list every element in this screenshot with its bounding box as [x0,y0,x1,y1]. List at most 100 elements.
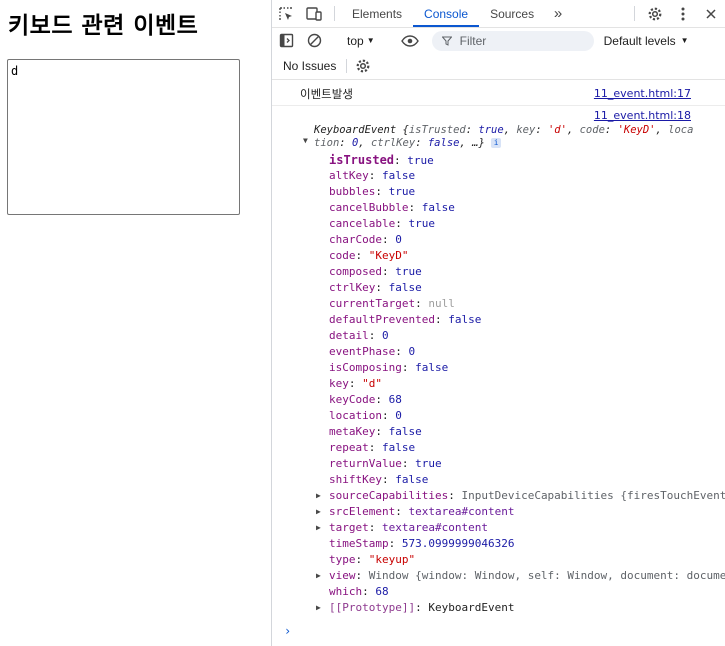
object-property: keyCode: 68 [329,392,402,408]
property-key: type [329,553,356,566]
property-value: true [407,154,434,167]
property-key: code [329,249,356,262]
row-divider [272,105,725,106]
property-key: [[Prototype]] [329,601,416,614]
object-property: type: "keyup" [329,552,415,568]
object-property[interactable]: ▶ srcElement: textarea#content [316,504,515,520]
expand-triangle-icon[interactable]: ▶ [316,568,321,584]
clear-console-icon[interactable] [300,33,328,48]
colon: : [355,569,369,582]
close-icon[interactable] [697,0,725,27]
property-key: ctrlKey [329,281,376,294]
inspect-element-icon[interactable] [272,0,300,27]
expand-triangle-icon[interactable]: ▶ [316,600,321,616]
object-property: returnValue: true [329,456,442,472]
object-preview[interactable]: KeyboardEvent {isTrusted: true, key: 'd'… [314,124,694,150]
object-property: eventPhase: 0 [329,344,415,360]
colon: : [388,537,402,550]
property-value: 0 [395,233,402,246]
object-property[interactable]: ▶ sourceCapabilities: InputDeviceCapabili… [316,488,725,504]
colon: : [375,393,389,406]
colon: : [375,281,389,294]
issues-bar: No Issues [272,53,725,80]
property-value: 68 [375,585,389,598]
object-property: shiftKey: false [329,472,428,488]
property-key: timeStamp [329,537,389,550]
tab-console[interactable]: Console [413,0,480,27]
console-settings-gear-icon[interactable] [355,58,371,74]
colon: : [604,124,618,136]
object-property: bubbles: true [329,184,415,200]
expand-triangle-icon[interactable]: ▶ [316,504,321,520]
property-key: altKey [329,169,369,182]
property-key: currentTarget [329,297,416,310]
property-value: 0 [408,345,416,358]
property-key: key [329,377,349,390]
property-value: true [395,265,422,278]
log-levels-dropdown[interactable]: Default levels ▼ [604,34,689,48]
source-link[interactable]: 11_event.html:18 [594,109,691,122]
content-textarea[interactable]: d [7,59,240,215]
console-toolbar: top ▼ Filter Default levels ▼ [272,27,725,53]
property-value: 0 [395,409,402,422]
colon: : [395,217,409,230]
console-message: 이벤트발생 11_event.html:17 [272,80,725,106]
object-property: isComposing: false [329,360,448,376]
property-key: detail [329,329,369,342]
preview-key: code [579,124,605,136]
object-property[interactable]: ▶ target: textarea#content [316,520,488,536]
object-property: defaultPrevented: false [329,312,481,328]
colon: : [368,441,382,454]
sidebar-toggle-icon[interactable] [272,33,300,48]
more-options-icon[interactable] [669,0,697,27]
preview-value: 'KeyD' [617,124,656,136]
property-value: "KeyD" [368,249,409,262]
log-levels-label: Default levels [603,33,676,48]
tab-elements[interactable]: Elements [341,0,413,27]
console-output: 이벤트발생 11_event.html:17 11_event.html:18 … [272,80,725,646]
property-key: returnValue [329,457,402,470]
brace: { [396,124,409,136]
property-value: false [448,313,482,326]
more-tabs-icon[interactable]: » [545,0,571,27]
colon: : [381,409,396,422]
context-selector[interactable]: top ▼ [341,34,383,48]
preview-value: false [427,137,460,149]
source-link[interactable]: 11_event.html:17 [594,87,691,100]
object-property[interactable]: ▶ [[Prototype]]: KeyboardEvent [316,600,515,616]
object-property[interactable]: ▶ view: Window {window: Window, self: Win… [316,568,725,584]
console-prompt-icon[interactable]: › [284,624,291,638]
property-key: target [329,521,369,534]
property-value: false [388,281,422,294]
context-label: top [347,33,364,48]
object-property: composed: true [329,264,422,280]
device-toolbar-icon[interactable] [300,0,328,27]
property-key: view [329,569,356,582]
object-property: key: "d" [329,376,382,392]
property-value: Window {window: Window, self: Window, do… [368,569,725,582]
property-key: isComposing [329,361,402,374]
tab-sources[interactable]: Sources [479,0,545,27]
object-property: cancelBubble: false [329,200,455,216]
property-key: location [329,409,382,422]
expand-triangle-icon[interactable]: ▶ [316,488,321,504]
issues-label[interactable]: No Issues [272,59,336,73]
expand-triangle-icon[interactable]: ▶ [316,520,321,536]
object-property: detail: 0 [329,328,389,344]
devtools-panel: Elements Console Sources » top ▼ Filter … [271,0,725,646]
colon: : [381,265,396,278]
collapse-triangle-icon[interactable]: ▼ [303,136,308,145]
property-value: KeyboardEvent [428,601,515,614]
object-property: ctrlKey: false [329,280,422,296]
colon: : [368,169,382,182]
property-value: 68 [388,393,402,406]
property-key: cancelBubble [329,201,409,214]
property-value: false [382,441,416,454]
comma: , [566,124,580,136]
toolbar-divider [334,6,335,21]
live-expression-eye-icon[interactable] [396,34,424,47]
colon: : [368,329,382,342]
filter-input[interactable]: Filter [431,30,594,51]
settings-gear-icon[interactable] [641,0,669,27]
property-value: textarea#content [408,505,515,518]
